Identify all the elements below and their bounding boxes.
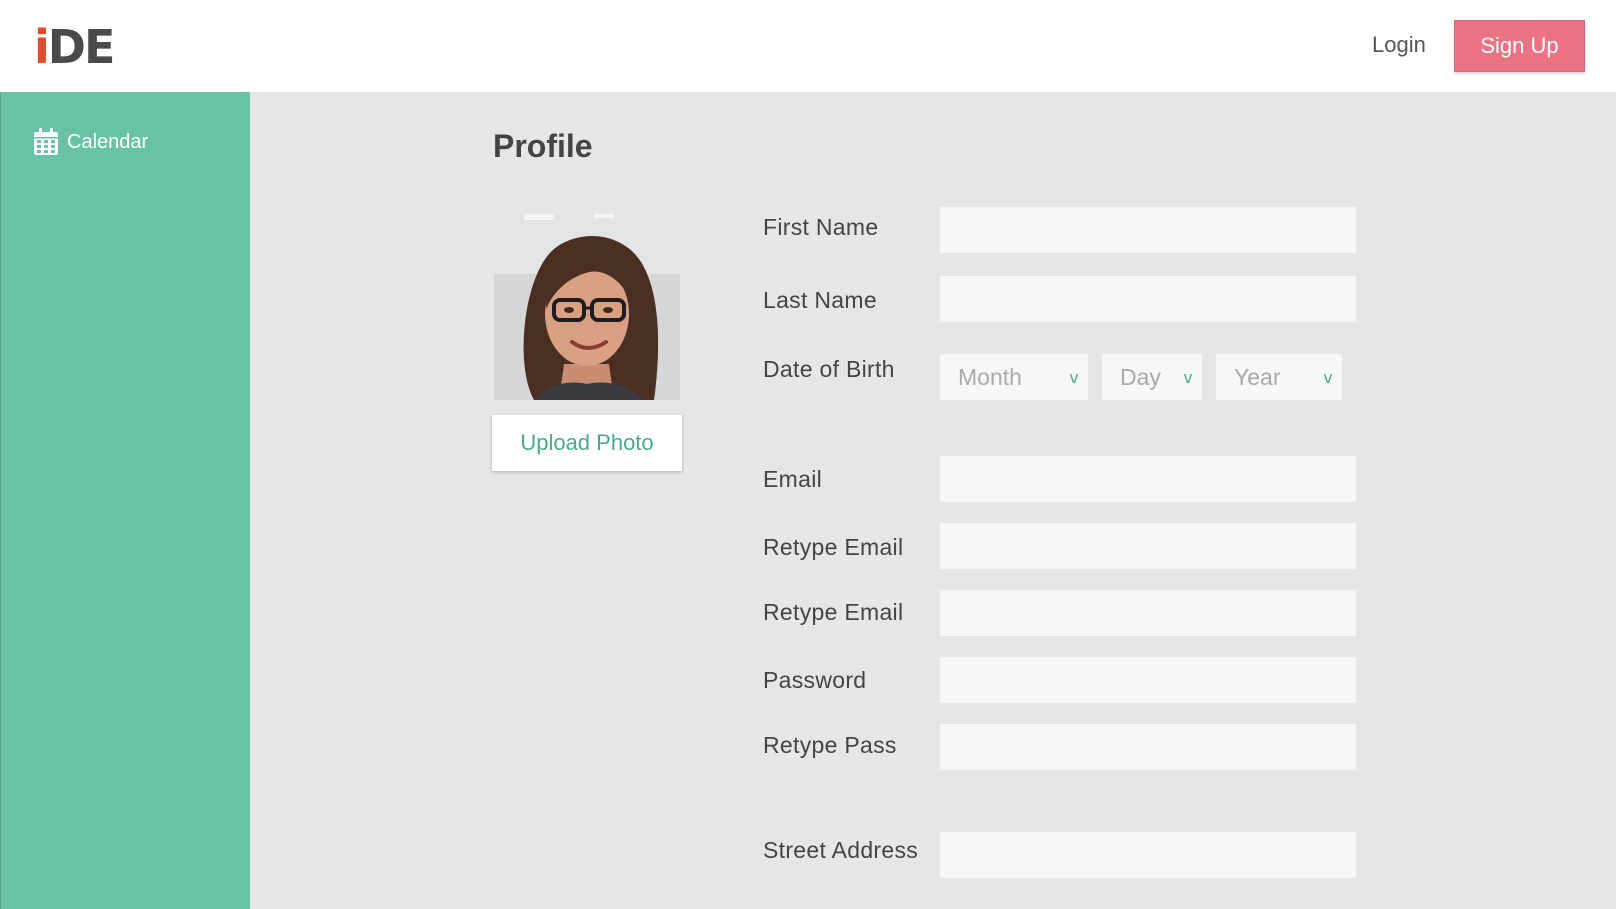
password-label: Password bbox=[763, 667, 867, 693]
street-address-input[interactable] bbox=[940, 832, 1356, 878]
chevron-down-icon: v bbox=[1069, 367, 1079, 387]
birth-day-select[interactable]: Day v bbox=[1102, 354, 1202, 400]
retype-email-input[interactable] bbox=[940, 523, 1356, 569]
sign-up-button[interactable]: Sign Up bbox=[1454, 20, 1585, 72]
birth-year-select[interactable]: Year v bbox=[1216, 354, 1342, 400]
main-content: Profile Upload Photo First Name Last Nam… bbox=[250, 92, 1616, 909]
month-placeholder: Month bbox=[958, 363, 1022, 390]
retype-email-label: Retype Email bbox=[763, 534, 904, 560]
sidebar-item-label: Calendar bbox=[67, 130, 149, 153]
sidebar-item-calendar[interactable]: Calendar bbox=[33, 128, 148, 156]
day-placeholder: Day bbox=[1120, 363, 1161, 390]
first-name-input[interactable] bbox=[940, 207, 1356, 253]
retype-password-input[interactable] bbox=[940, 724, 1356, 770]
last-name-label: Last Name bbox=[763, 287, 877, 313]
top-header: i DE Login Sign Up bbox=[0, 0, 1616, 92]
chevron-down-icon: v bbox=[1183, 367, 1193, 387]
email-label: Email bbox=[763, 466, 823, 492]
page-title: Profile bbox=[493, 128, 593, 164]
password-input[interactable] bbox=[940, 657, 1356, 703]
ide-logo[interactable]: i DE bbox=[34, 20, 116, 74]
logo-i: i bbox=[34, 20, 50, 74]
logo-de: DE bbox=[47, 20, 116, 74]
upload-photo-button[interactable]: Upload Photo bbox=[492, 415, 682, 471]
login-link[interactable]: Login bbox=[1372, 32, 1426, 58]
first-name-label: First Name bbox=[763, 214, 879, 240]
sidebar: Calendar bbox=[0, 92, 250, 909]
chevron-down-icon: v bbox=[1323, 367, 1333, 387]
retype-email-label-2: Retype Email bbox=[763, 599, 904, 625]
calendar-icon bbox=[34, 128, 58, 155]
birth-month-select[interactable]: Month v bbox=[940, 354, 1088, 400]
year-placeholder: Year bbox=[1234, 363, 1281, 390]
profile-photo bbox=[494, 214, 680, 400]
retype-email-input-2[interactable] bbox=[940, 590, 1356, 636]
retype-password-label: Retype Pass bbox=[763, 732, 897, 758]
last-name-input[interactable] bbox=[940, 276, 1356, 322]
email-input[interactable] bbox=[940, 456, 1356, 502]
street-address-label: Street Address bbox=[763, 837, 919, 863]
date-of-birth-label: Date of Birth bbox=[763, 356, 895, 382]
